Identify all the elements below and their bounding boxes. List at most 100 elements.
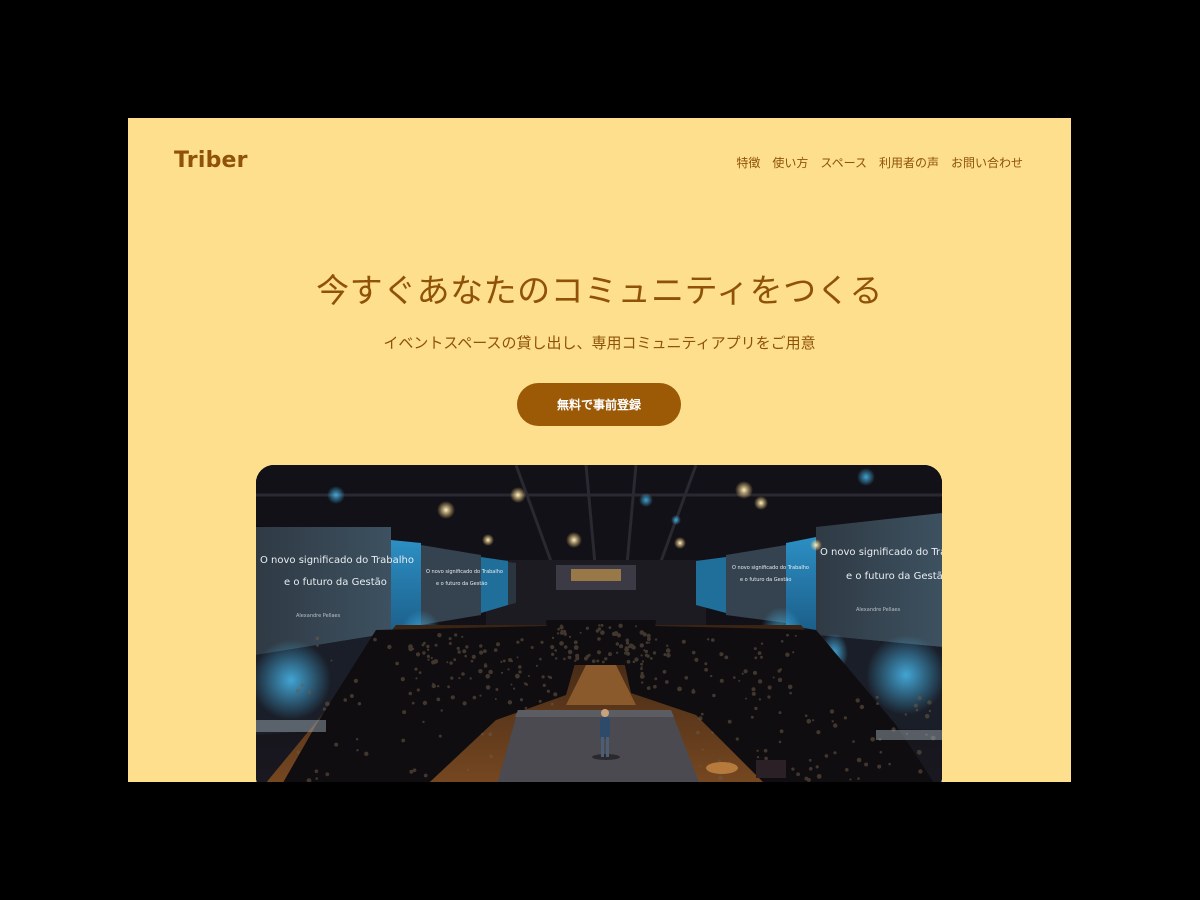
audience-member <box>409 769 414 774</box>
audience-member <box>330 659 333 662</box>
audience-member <box>652 651 657 655</box>
audience-member <box>307 690 312 694</box>
audience-member <box>568 655 572 660</box>
nav-link-spaces[interactable]: スペース <box>820 154 867 171</box>
audience-member <box>458 677 461 680</box>
audience-member <box>585 654 590 659</box>
audience-member <box>353 678 358 683</box>
audience-member <box>792 651 795 654</box>
audience-member <box>495 688 499 691</box>
audience-member <box>663 653 667 657</box>
audience-member <box>763 748 768 753</box>
audience-member <box>438 734 442 738</box>
audience-member <box>518 665 522 669</box>
audience-member <box>494 698 497 700</box>
audience-member <box>654 638 658 641</box>
audience-member <box>573 640 578 645</box>
audience-member <box>322 707 326 711</box>
audience-member <box>436 697 441 702</box>
audience-member <box>870 737 875 742</box>
site-logo[interactable]: Triber <box>174 148 248 173</box>
audience-member <box>849 778 852 781</box>
audience-member <box>591 659 596 663</box>
audience-member <box>733 676 736 679</box>
nav-link-features[interactable]: 特徴 <box>736 154 760 171</box>
audience-member <box>760 642 764 645</box>
audience-member <box>461 635 464 638</box>
audience-member <box>554 649 557 652</box>
audience-member <box>296 689 300 693</box>
audience-member <box>778 711 782 715</box>
audience-member <box>794 634 797 637</box>
audience-member <box>453 658 457 662</box>
audience-member <box>644 653 648 657</box>
audience-member <box>653 684 657 689</box>
audience-member <box>600 630 605 635</box>
audience-member <box>691 650 696 655</box>
audience-member <box>515 673 520 679</box>
audience-member <box>719 652 724 657</box>
audience-member <box>597 637 601 641</box>
audience-member <box>864 762 869 767</box>
audience-member <box>447 685 450 689</box>
audience-member <box>485 685 491 690</box>
audience-member <box>808 758 812 762</box>
audience-member <box>833 751 837 755</box>
audience-member <box>440 709 443 712</box>
right-slide-subtitle: e o futuro da Gestão <box>846 571 942 582</box>
audience-member <box>415 677 418 680</box>
audience-member <box>423 773 428 778</box>
audience-member <box>640 654 643 657</box>
audience-member <box>325 772 330 777</box>
audience-member <box>528 675 530 677</box>
audience-member <box>559 641 564 646</box>
audience-member <box>741 672 744 675</box>
audience-member <box>754 656 758 660</box>
audience-member <box>626 659 631 664</box>
audience-member <box>664 680 669 684</box>
audience-member <box>804 714 808 717</box>
audience-member <box>808 767 813 771</box>
nav-link-contact[interactable]: お問い合わせ <box>951 154 1023 171</box>
nav-link-testimonials[interactable]: 利用者の声 <box>879 154 939 171</box>
audience-member <box>704 662 708 666</box>
nav-link-how-to-use[interactable]: 使い方 <box>772 154 808 171</box>
audience-member <box>553 692 558 697</box>
audience-member <box>662 669 667 674</box>
audience-member <box>437 633 442 638</box>
pre-register-button[interactable]: 無料で事前登録 <box>517 383 681 426</box>
audience-member <box>772 676 775 679</box>
audience-member <box>464 654 467 658</box>
audience-member <box>446 661 449 664</box>
audience-member <box>507 700 513 705</box>
audience-member <box>785 652 790 657</box>
audience-member <box>431 683 436 689</box>
audience-member <box>615 651 619 654</box>
audience-member <box>401 738 406 743</box>
audience-member <box>567 649 573 655</box>
audience-member <box>314 769 319 773</box>
audience-member <box>414 667 418 671</box>
audience-member <box>796 772 800 777</box>
audience-member <box>472 695 477 700</box>
audience-member <box>743 669 748 674</box>
audience-member <box>555 657 558 660</box>
audience-member <box>355 738 359 741</box>
audience-member <box>500 660 503 663</box>
audience-member <box>426 654 430 658</box>
audience-member <box>434 643 438 647</box>
audience-member <box>757 679 763 684</box>
audience-member <box>573 645 579 650</box>
audience-member <box>598 624 601 627</box>
audience-member <box>613 631 619 636</box>
audience-member <box>597 627 602 631</box>
audience-member <box>924 713 930 719</box>
audience-member <box>888 762 891 766</box>
hero-title: 今すぐあなたのコミュニティをつくる <box>316 271 883 310</box>
audience-member <box>426 648 430 651</box>
audience-member <box>456 646 460 650</box>
hero-subtitle: イベントスペースの貸し出し、専用コミュニティアプリをご用意 <box>383 334 816 352</box>
audience-member <box>876 702 879 705</box>
audience-member <box>516 656 519 659</box>
audience-member <box>479 650 484 655</box>
